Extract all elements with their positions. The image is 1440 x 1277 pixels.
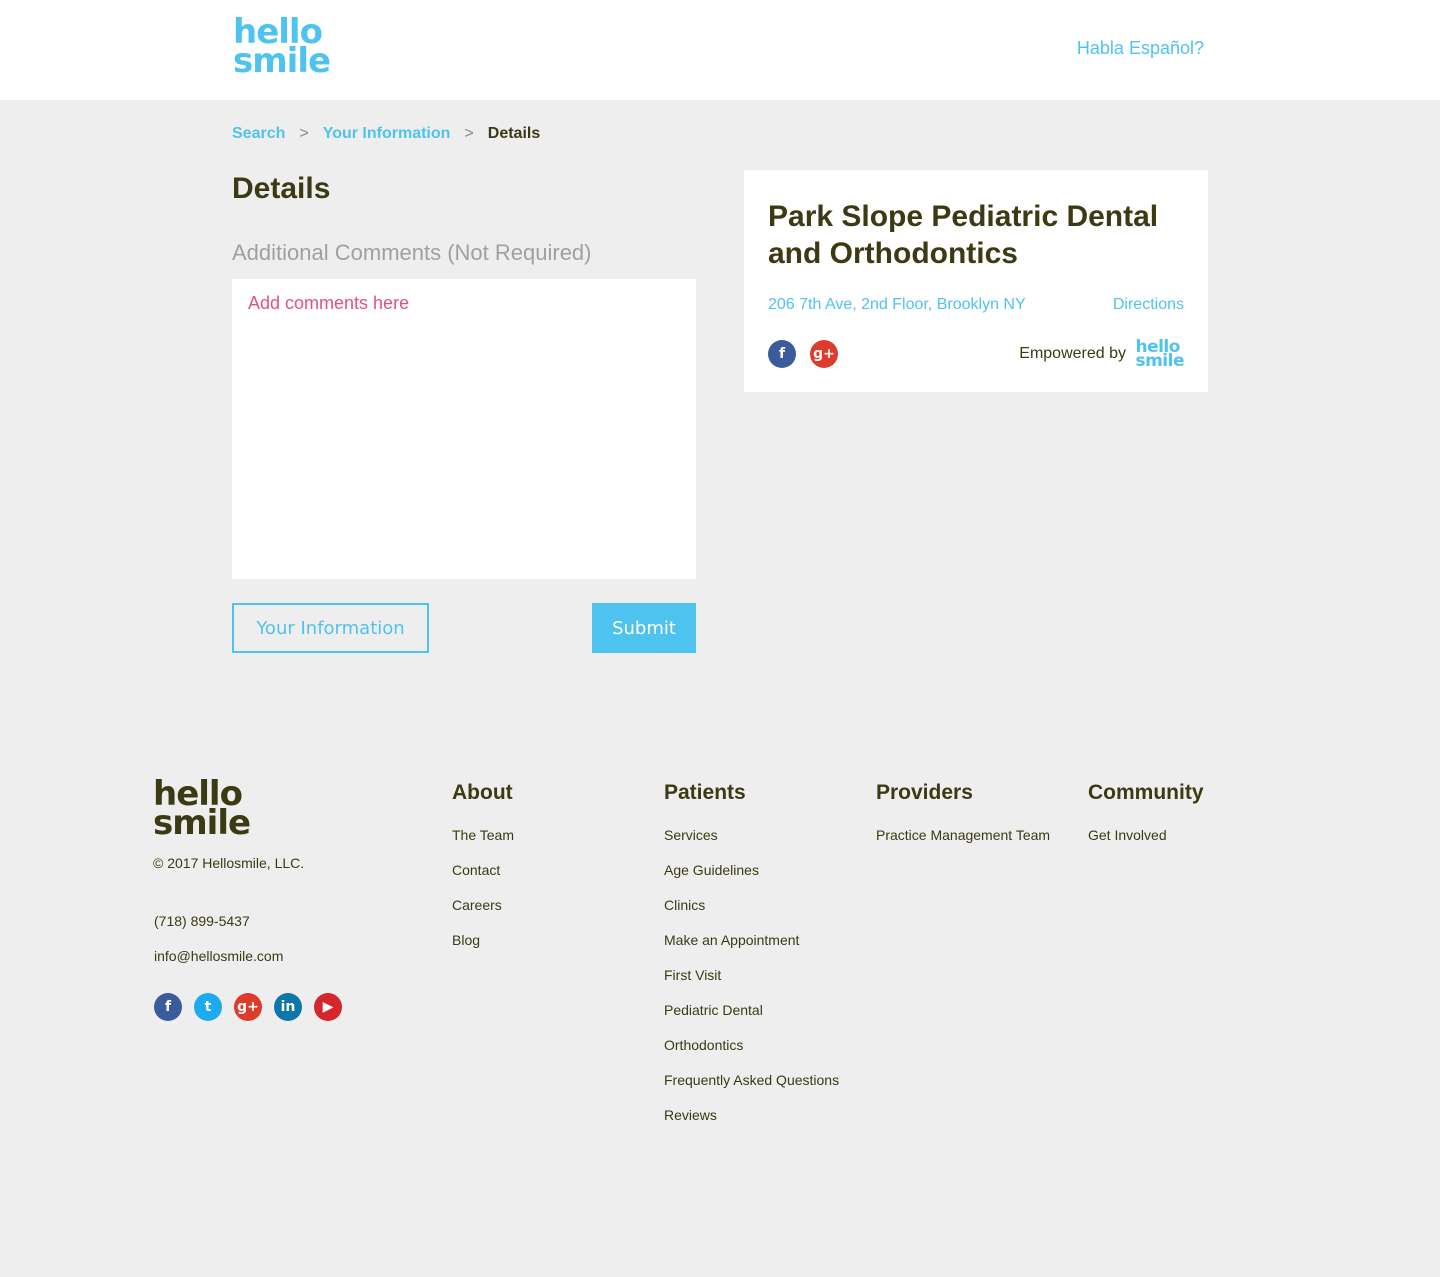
facebook-icon[interactable]: f: [768, 340, 796, 368]
footer-column-community: Community Get Involved: [1088, 781, 1204, 862]
practice-card: Park Slope Pediatric Dental and Orthodon…: [744, 170, 1208, 392]
directions-link[interactable]: Directions: [1113, 296, 1184, 314]
breadcrumb-search[interactable]: Search: [232, 125, 285, 143]
footer-link[interactable]: Get Involved: [1088, 827, 1204, 862]
footer-link[interactable]: Age Guidelines: [664, 862, 839, 897]
breadcrumb-your-information[interactable]: Your Information: [323, 125, 451, 143]
your-information-button[interactable]: Your Information: [232, 603, 429, 653]
footer-link[interactable]: Make an Appointment: [664, 932, 839, 967]
footer-column-providers: Providers Practice Management Team: [876, 781, 1050, 862]
footer-link[interactable]: Services: [664, 827, 839, 862]
footer-email[interactable]: info@hellosmile.com: [154, 948, 283, 964]
footer-heading-providers: Providers: [876, 781, 973, 804]
footer-link[interactable]: Clinics: [664, 897, 839, 932]
footer-link[interactable]: Pediatric Dental: [664, 1002, 839, 1037]
comments-label: Additional Comments (Not Required): [232, 240, 592, 265]
hellosmile-logo[interactable]: hello smile: [233, 15, 331, 78]
footer-link[interactable]: Careers: [452, 897, 514, 932]
footer-column-about: About The Team Contact Careers Blog: [452, 781, 514, 967]
footer-link[interactable]: Contact: [452, 862, 514, 897]
comments-textarea[interactable]: [232, 279, 696, 579]
page-title: Details: [232, 172, 331, 205]
practice-address: 206 7th Ave, 2nd Floor, Brooklyn NY: [768, 296, 1026, 313]
footer-link[interactable]: Practice Management Team: [876, 827, 1050, 862]
footer-link[interactable]: Orthodontics: [664, 1037, 839, 1072]
footer-link[interactable]: Blog: [452, 932, 514, 967]
footer-link[interactable]: Frequently Asked Questions: [664, 1072, 839, 1107]
hellosmile-logo-small: hello smile: [1135, 337, 1184, 371]
empowered-by-label: Empowered by: [1019, 345, 1126, 362]
footer-heading-patients: Patients: [664, 781, 746, 804]
facebook-icon[interactable]: f: [154, 993, 182, 1021]
breadcrumb-separator: >: [464, 125, 474, 142]
google-plus-icon[interactable]: g+: [234, 993, 262, 1021]
footer-phone[interactable]: (718) 899-5437: [154, 913, 250, 929]
site-header: hello smile Habla Español?: [0, 0, 1440, 100]
google-plus-icon[interactable]: g+: [810, 340, 838, 368]
youtube-icon[interactable]: ▶: [314, 993, 342, 1021]
breadcrumb: Search > Your Information > Details: [232, 125, 540, 143]
spanish-language-link[interactable]: Habla Español?: [1077, 38, 1204, 59]
linkedin-icon[interactable]: in: [274, 993, 302, 1021]
breadcrumb-details: Details: [487, 125, 541, 142]
footer-social-links: f t g+ in ▶: [154, 993, 342, 1021]
practice-social-links: f g+: [768, 340, 838, 368]
footer-link[interactable]: Reviews: [664, 1107, 839, 1142]
twitter-icon[interactable]: t: [194, 993, 222, 1021]
footer-hellosmile-logo[interactable]: hello smile: [153, 777, 251, 840]
footer-heading-community: Community: [1088, 781, 1204, 804]
footer-heading-about: About: [452, 781, 513, 804]
footer-link[interactable]: First Visit: [664, 967, 839, 1002]
footer-column-patients: Patients Services Age Guidelines Clinics…: [664, 781, 839, 1142]
footer-link[interactable]: The Team: [452, 827, 514, 862]
breadcrumb-separator: >: [299, 125, 309, 142]
copyright: © 2017 Hellosmile, LLC.: [153, 855, 305, 871]
submit-button[interactable]: Submit: [592, 603, 696, 653]
practice-name: Park Slope Pediatric Dental and Orthodon…: [768, 200, 1159, 270]
